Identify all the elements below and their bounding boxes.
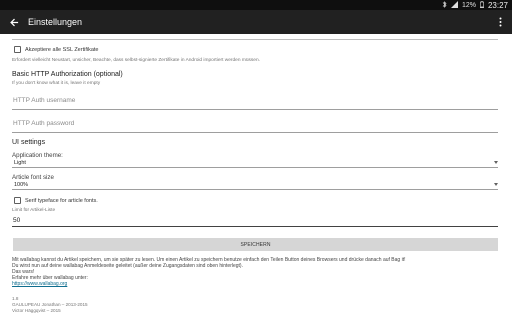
ui-settings-heading: UI settings	[12, 139, 46, 146]
theme-select-value: Light	[14, 160, 26, 166]
credit-line-1: GAULUPEAU Jonathan – 2013-2015	[12, 302, 88, 307]
wallabag-link[interactable]: https://www.wallabag.org	[12, 281, 67, 287]
settings-content: Akzeptiere alle SSL Zertifikate Erforder…	[12, 34, 500, 320]
clock: 23:27	[487, 0, 508, 10]
http-auth-heading: Basic HTTP Authorization (optional)	[12, 71, 123, 78]
serif-checkbox-label: Serif typeface for article fonts.	[25, 197, 98, 204]
serif-checkbox-row[interactable]: Serif typeface for article fonts.	[14, 197, 98, 204]
overflow-menu-icon[interactable]	[492, 10, 508, 34]
http-auth-username-placeholder: HTTP Auth username	[13, 97, 76, 104]
battery-icon	[479, 0, 484, 10]
app-version: 1.8	[12, 296, 19, 301]
ssl-checkbox[interactable]	[14, 46, 21, 53]
arrow-left-icon[interactable]	[0, 10, 28, 34]
theme-select[interactable]: Light	[12, 159, 498, 168]
http-auth-username-input[interactable]: HTTP Auth username	[12, 94, 498, 110]
http-auth-password-input[interactable]: HTTP Auth password	[12, 117, 498, 133]
limit-input[interactable]: 50	[12, 215, 498, 227]
battery-percentage: 12%	[461, 1, 476, 9]
font-size-select-value: 100%	[14, 182, 29, 188]
save-button[interactable]: SPEICHERN	[13, 238, 498, 251]
signal-icon	[450, 0, 458, 10]
dropdown-arrow-icon	[494, 161, 498, 164]
field-underline	[12, 189, 498, 190]
theme-label: Application theme:	[12, 152, 63, 159]
page-title: Einstellungen	[28, 17, 83, 27]
field-underline	[12, 226, 498, 227]
ssl-checkbox-row[interactable]: Akzeptiere alle SSL Zertifikate	[14, 46, 98, 53]
previous-field-cutoff	[12, 34, 500, 40]
credit-line-2: Victor Häggqvist – 2015	[12, 308, 61, 313]
limit-input-value: 50	[13, 217, 21, 224]
status-bar: 12% 23:27	[0, 0, 512, 10]
http-auth-hint: If you don't know what it is, leave it e…	[12, 81, 101, 86]
field-underline	[12, 39, 498, 40]
ssl-hint: Erfordert vielleicht Neustart, unsicher,…	[12, 58, 260, 63]
field-underline	[12, 132, 498, 133]
bluetooth-icon	[442, 0, 447, 10]
serif-checkbox[interactable]	[14, 197, 21, 204]
field-underline	[12, 109, 498, 110]
field-underline	[12, 167, 498, 168]
dropdown-arrow-icon	[494, 183, 498, 186]
status-icons: 12% 23:27	[442, 0, 508, 10]
font-size-label: Article font size	[12, 174, 54, 181]
font-size-select[interactable]: 100%	[12, 181, 498, 190]
info-line-2: Du wirst nun auf deine wallabag Anmeldes…	[12, 263, 243, 269]
http-auth-password-placeholder: HTTP Auth password	[13, 120, 75, 127]
ssl-checkbox-label: Akzeptiere alle SSL Zertifikate	[25, 46, 99, 53]
limit-label: Limit für Artikel-Liste	[12, 208, 56, 213]
app-bar: Einstellungen	[0, 10, 512, 34]
